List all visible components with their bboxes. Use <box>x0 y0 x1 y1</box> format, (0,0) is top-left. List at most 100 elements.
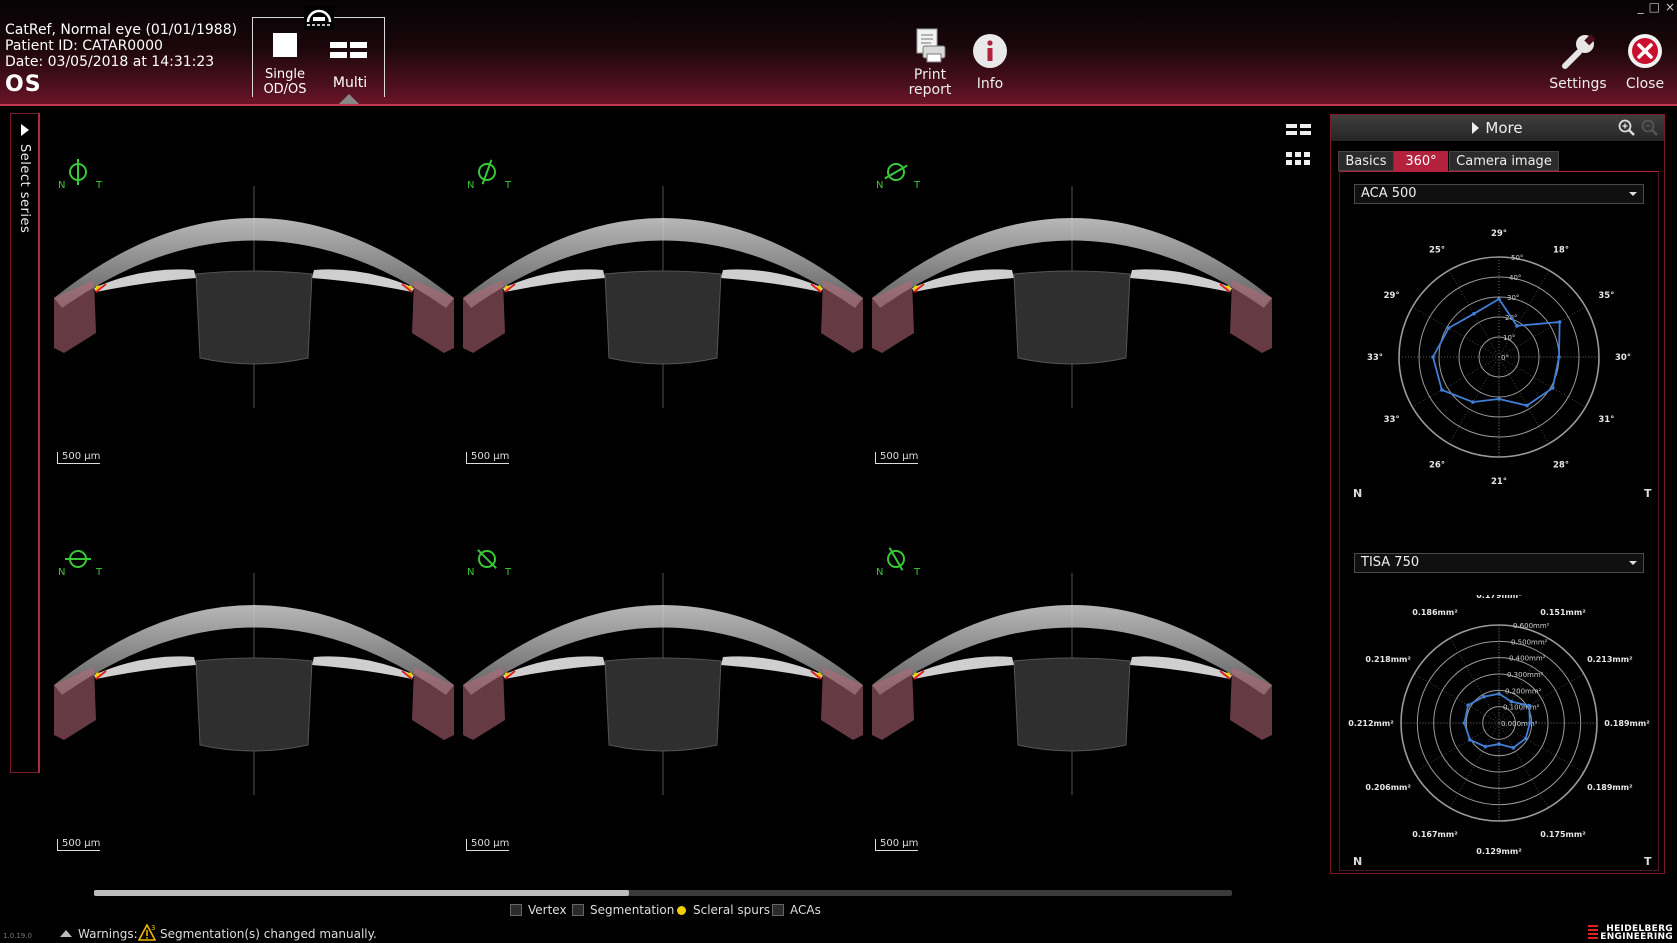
scrollbar-thumb[interactable] <box>94 890 629 896</box>
data-point <box>1550 386 1555 390</box>
active-view-caret <box>339 94 359 104</box>
oct-scan-1[interactable]: N T 500 µm <box>54 158 454 478</box>
chevron-down-icon <box>1629 561 1637 565</box>
parameter-select-aca[interactable]: ACA 500 <box>1354 184 1644 204</box>
scan-scrollbar[interactable] <box>94 890 1232 896</box>
temporal-marker: T <box>914 567 921 578</box>
meridian-icon <box>478 159 496 185</box>
legend-segmentation[interactable]: Segmentation <box>572 903 674 917</box>
polar-spoke <box>1449 722 1500 809</box>
info-button[interactable]: Info <box>965 32 1015 96</box>
minimize-window-button[interactable]: _ <box>1638 0 1644 14</box>
print-icon <box>916 28 946 63</box>
chevron-down-icon <box>1629 192 1637 196</box>
brand-logo: HEIDELBERG ENGINEERING <box>1588 925 1673 942</box>
angle-label: 33° <box>1384 415 1400 425</box>
legend-scleral-spurs[interactable]: Scleral spurs <box>676 903 770 917</box>
oct-scan-6[interactable]: N T 500 µm <box>872 545 1272 865</box>
scale-bar: 500 µm <box>57 839 101 851</box>
wrench-icon <box>1562 34 1596 69</box>
polar-spoke <box>1498 356 1586 408</box>
tab-camera-image[interactable]: Camera image <box>1449 151 1559 171</box>
layout-icon[interactable] <box>304 6 334 30</box>
two-column-icon <box>1286 124 1311 135</box>
meridian-icon <box>69 159 87 185</box>
settings-button[interactable]: Settings <box>1545 32 1611 96</box>
acas-checkbox[interactable] <box>772 904 784 916</box>
nasal-marker: N <box>58 567 66 578</box>
tab-basics[interactable]: Basics <box>1338 151 1394 171</box>
nasal-label: N <box>1353 487 1363 500</box>
close-window-button[interactable]: × <box>1665 0 1675 14</box>
angle-label: 26° <box>1429 460 1445 470</box>
ring-label: 0.400mm² <box>1509 655 1546 663</box>
zoom-out-icon[interactable] <box>1641 119 1659 137</box>
data-point <box>1471 400 1475 404</box>
print-label-1: Print <box>913 67 947 83</box>
print-report-button[interactable]: Print report <box>905 28 955 100</box>
vertex-checkbox[interactable] <box>510 904 522 916</box>
angle-label: 29° <box>1384 291 1400 301</box>
meridian-icon <box>887 547 905 571</box>
two-column-layout-button[interactable] <box>1286 122 1312 138</box>
oct-scan-2[interactable]: N T 500 µm <box>463 158 863 478</box>
scale-bar: 500 µm <box>466 452 510 464</box>
oct-image <box>54 186 454 408</box>
ring-label: 0.600mm² <box>1513 622 1550 630</box>
maximize-window-button[interactable]: □ <box>1649 0 1660 14</box>
segmentation-checkbox[interactable] <box>572 904 584 916</box>
multi-view-label: Multi <box>332 75 368 91</box>
temporal-label: T <box>1644 855 1652 868</box>
multi-view-button[interactable]: Multi <box>320 30 380 94</box>
info-icon <box>973 34 1007 68</box>
more-button[interactable]: More <box>1331 115 1664 141</box>
data-point <box>1440 388 1444 392</box>
parameter-select-tisa[interactable]: TISA 750 <box>1354 553 1644 573</box>
warning-count: 3 <box>151 924 155 932</box>
ring-label: 30° <box>1507 294 1519 302</box>
ring-label: 0.000mm² <box>1501 720 1538 728</box>
legend-vertex[interactable]: Vertex <box>510 903 567 917</box>
oct-image <box>54 573 454 795</box>
close-button[interactable]: Close <box>1620 32 1670 96</box>
select-series-panel[interactable]: Select series <box>10 113 40 773</box>
oct-scan-3[interactable]: N T 500 µm <box>872 158 1272 478</box>
angle-label: 0.218mm² <box>1365 655 1411 664</box>
data-point <box>1527 703 1531 708</box>
nasal-marker: N <box>876 180 884 191</box>
scale-bar: 500 µm <box>57 452 101 464</box>
acas-label: ACAs <box>790 903 821 917</box>
polar-spoke <box>1498 722 1549 809</box>
more-label: More <box>1485 119 1523 137</box>
single-view-button[interactable]: Single OD/OS <box>255 30 315 98</box>
version-number: 1.0.19.0 <box>3 932 32 940</box>
ring-label: 10° <box>1503 334 1515 342</box>
grid-layout-button[interactable] <box>1286 150 1312 168</box>
data-point <box>1462 721 1467 725</box>
angle-label: 30° <box>1615 353 1631 363</box>
angle-label: 31° <box>1598 415 1614 425</box>
settings-label: Settings <box>1549 76 1607 92</box>
orientation-marker: NT <box>463 158 523 198</box>
data-point <box>1497 691 1501 696</box>
data-point <box>1466 703 1470 707</box>
single-view-icon <box>273 33 297 57</box>
eye-indicator: OS <box>5 72 42 97</box>
nasal-marker: N <box>467 567 475 578</box>
angle-label: 0.189mm² <box>1604 719 1650 728</box>
angle-label: 21° <box>1491 477 1507 487</box>
warning-message: Segmentation(s) changed manually. <box>160 927 377 941</box>
ring-label: 0.200mm² <box>1505 687 1542 695</box>
nasal-label: N <box>1353 855 1363 868</box>
oct-scan-5[interactable]: N T 500 µm <box>463 545 863 865</box>
app-header: CatRef, Normal eye (01/01/1988) Patient … <box>0 0 1677 106</box>
temporal-marker: T <box>96 180 103 191</box>
oct-scan-4[interactable]: N T 500 µm <box>54 545 454 865</box>
data-outline <box>1432 298 1561 407</box>
tab-360[interactable]: 360° <box>1394 151 1448 171</box>
zoom-in-icon[interactable] <box>1618 119 1636 137</box>
expand-arrow-icon[interactable] <box>21 124 29 136</box>
temporal-label: T <box>1644 487 1652 500</box>
legend-acas[interactable]: ACAs <box>772 903 821 917</box>
warnings-toggle[interactable] <box>60 930 72 937</box>
